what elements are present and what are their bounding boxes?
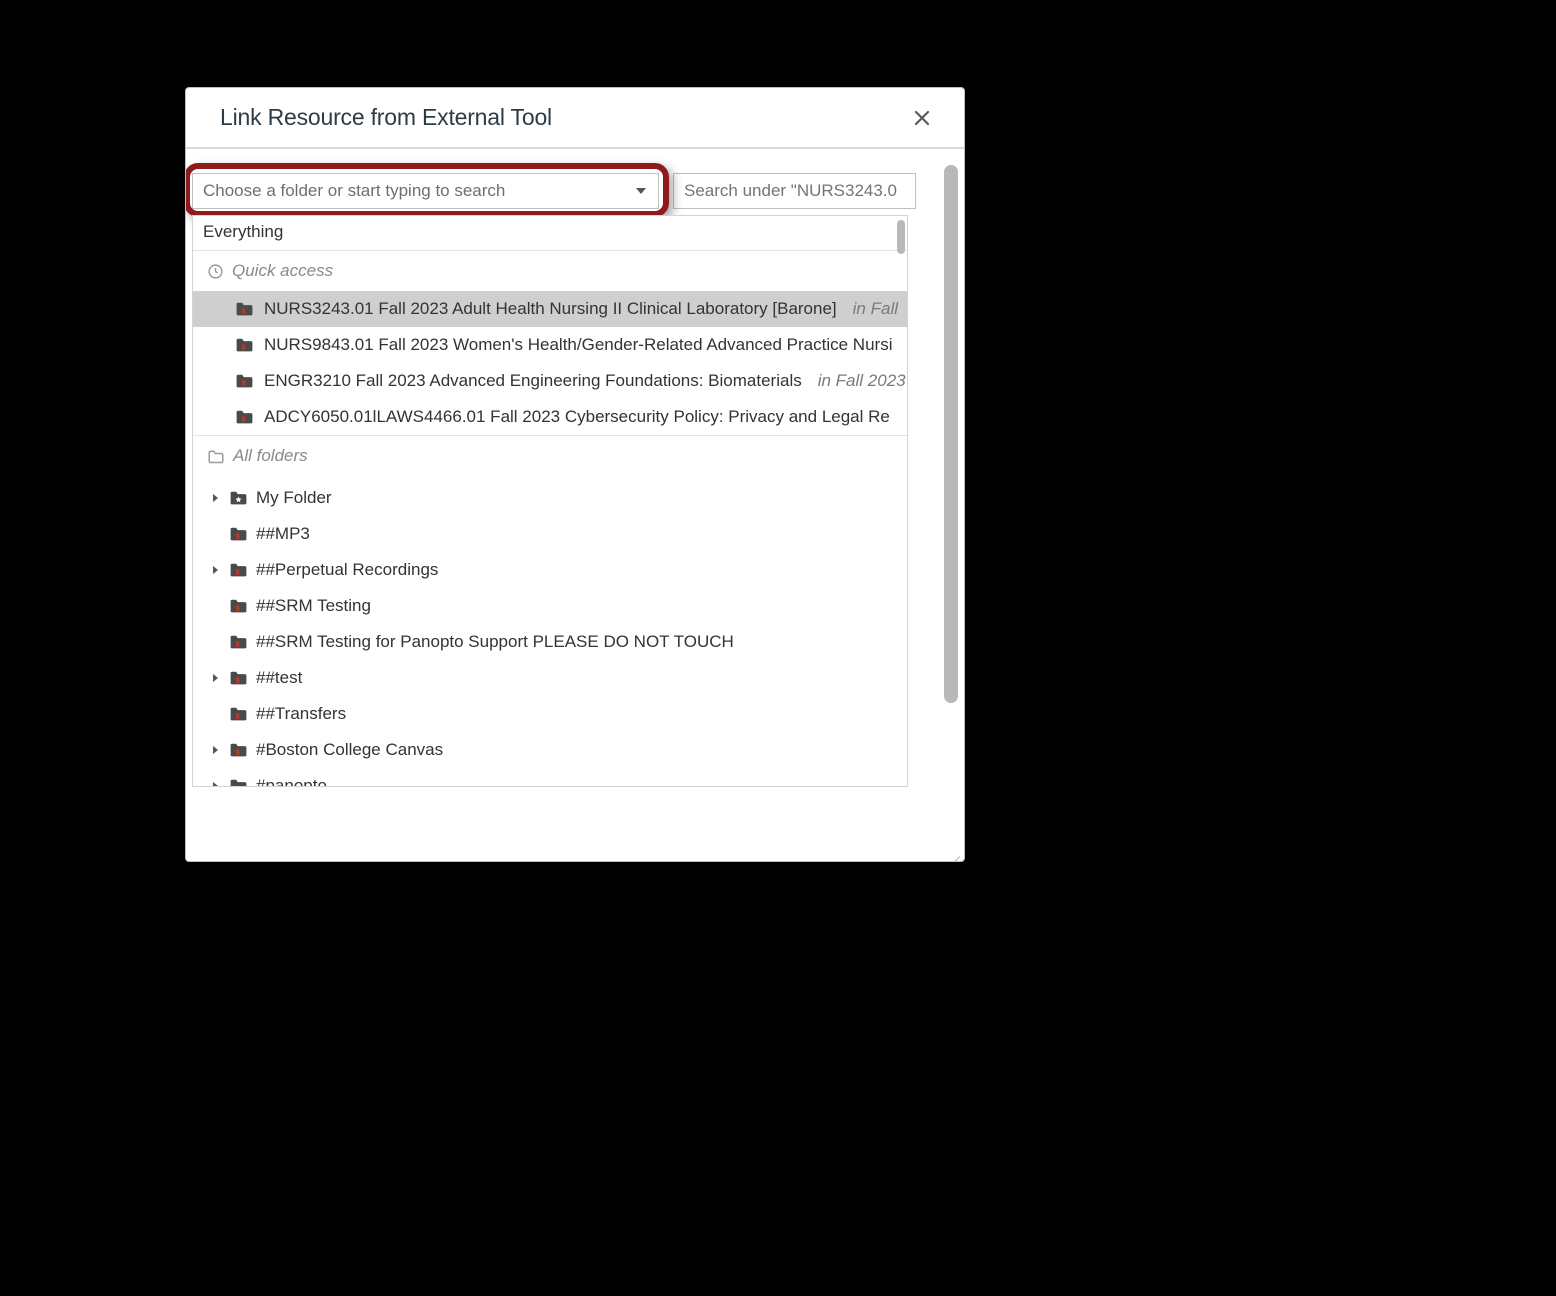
folder-icon	[235, 374, 254, 389]
search-row: Choose a folder or start typing to searc…	[204, 173, 960, 209]
folder-icon	[229, 743, 248, 758]
folder-open-icon	[207, 449, 225, 464]
folder-icon	[229, 527, 248, 542]
quick-access-item[interactable]: NURS3243.01 Fall 2023 Adult Health Nursi…	[193, 291, 907, 327]
folder-tree: My Folder ##MP3 ##Perpetual Recordings ##SR…	[193, 476, 907, 786]
modal-scrollbar[interactable]	[944, 165, 958, 723]
tree-item-label: ##Perpetual Recordings	[256, 560, 438, 580]
tree-item-label: #Boston College Canvas	[256, 740, 443, 760]
folder-icon	[229, 671, 248, 686]
expand-caret-icon[interactable]	[211, 781, 221, 786]
modal-body: ( Choose a folder or start typing to sea…	[186, 149, 964, 861]
quick-access-item-label: ENGR3210 Fall 2023 Advanced Engineering …	[264, 371, 802, 391]
quick-access-item-label: NURS9843.01 Fall 2023 Women's Health/Gen…	[264, 335, 892, 355]
tree-item[interactable]: ##Transfers	[193, 696, 907, 732]
folder-icon	[229, 599, 248, 614]
tree-item[interactable]: My Folder	[193, 480, 907, 516]
tree-item-label: ##SRM Testing for Panopto Support PLEASE…	[256, 632, 734, 652]
folder-dropdown-panel: Everything Quick access NURS3243.01 Fall…	[192, 215, 908, 787]
quick-access-item-suffix: in Fall 2023	[818, 371, 906, 391]
star-folder-icon	[229, 491, 248, 506]
tree-item[interactable]: ##Perpetual Recordings	[193, 552, 907, 588]
tree-item-label: ##SRM Testing	[256, 596, 371, 616]
folder-icon	[229, 779, 248, 787]
modal-header: Link Resource from External Tool	[186, 88, 964, 149]
folder-icon	[235, 338, 254, 353]
tree-item[interactable]: ##test	[193, 660, 907, 696]
tree-item-label: ##MP3	[256, 524, 310, 544]
quick-access-label: Quick access	[232, 261, 333, 281]
quick-access-item[interactable]: NURS9843.01 Fall 2023 Women's Health/Gen…	[193, 327, 907, 363]
quick-access-list: NURS3243.01 Fall 2023 Adult Health Nursi…	[193, 291, 907, 435]
tree-item-label: #panopto	[256, 776, 327, 786]
modal-title: Link Resource from External Tool	[220, 104, 552, 131]
folder-icon	[229, 635, 248, 650]
dropdown-scrollbar[interactable]	[897, 220, 905, 254]
clock-icon	[207, 263, 224, 280]
quick-access-item-label: NURS3243.01 Fall 2023 Adult Health Nursi…	[264, 299, 837, 319]
tree-item[interactable]: #Boston College Canvas	[193, 732, 907, 768]
tree-item[interactable]: ##MP3	[193, 516, 907, 552]
search-input[interactable]	[673, 173, 916, 209]
close-icon	[914, 110, 930, 126]
link-resource-modal: Link Resource from External Tool ( Choos…	[185, 87, 965, 862]
quick-access-item[interactable]: ENGR3210 Fall 2023 Advanced Engineering …	[193, 363, 907, 399]
folder-select[interactable]: Choose a folder or start typing to searc…	[192, 173, 659, 209]
quick-access-item-suffix: in Fall	[853, 299, 898, 319]
quick-access-header: Quick access	[193, 250, 907, 291]
all-folders-header: All folders	[193, 435, 907, 476]
folder-icon	[229, 707, 248, 722]
folder-icon	[229, 563, 248, 578]
tree-item-label: ##Transfers	[256, 704, 346, 724]
expand-caret-icon[interactable]	[211, 745, 221, 755]
folder-select-wrap: Choose a folder or start typing to searc…	[192, 173, 659, 209]
folder-icon	[235, 410, 254, 425]
expand-caret-icon[interactable]	[211, 673, 221, 683]
everything-option[interactable]: Everything	[193, 216, 907, 250]
quick-access-item-label: ADCY6050.01lLAWS4466.01 Fall 2023 Cybers…	[264, 407, 890, 427]
folder-select-placeholder: Choose a folder or start typing to searc…	[203, 181, 505, 201]
tree-item[interactable]: ##SRM Testing	[193, 588, 907, 624]
folder-icon	[235, 302, 254, 317]
tree-item[interactable]: ##SRM Testing for Panopto Support PLEASE…	[193, 624, 907, 660]
scrollbar-thumb[interactable]	[944, 165, 958, 703]
all-folders-label: All folders	[233, 446, 308, 466]
tree-item-label: ##test	[256, 668, 302, 688]
tree-item-label: My Folder	[256, 488, 332, 508]
expand-caret-icon[interactable]	[211, 493, 221, 503]
tree-item[interactable]: #panopto	[193, 768, 907, 786]
resize-handle[interactable]	[946, 843, 962, 859]
chevron-down-icon	[636, 188, 646, 194]
close-button[interactable]	[910, 106, 934, 130]
quick-access-item[interactable]: ADCY6050.01lLAWS4466.01 Fall 2023 Cybers…	[193, 399, 907, 435]
expand-caret-icon[interactable]	[211, 565, 221, 575]
